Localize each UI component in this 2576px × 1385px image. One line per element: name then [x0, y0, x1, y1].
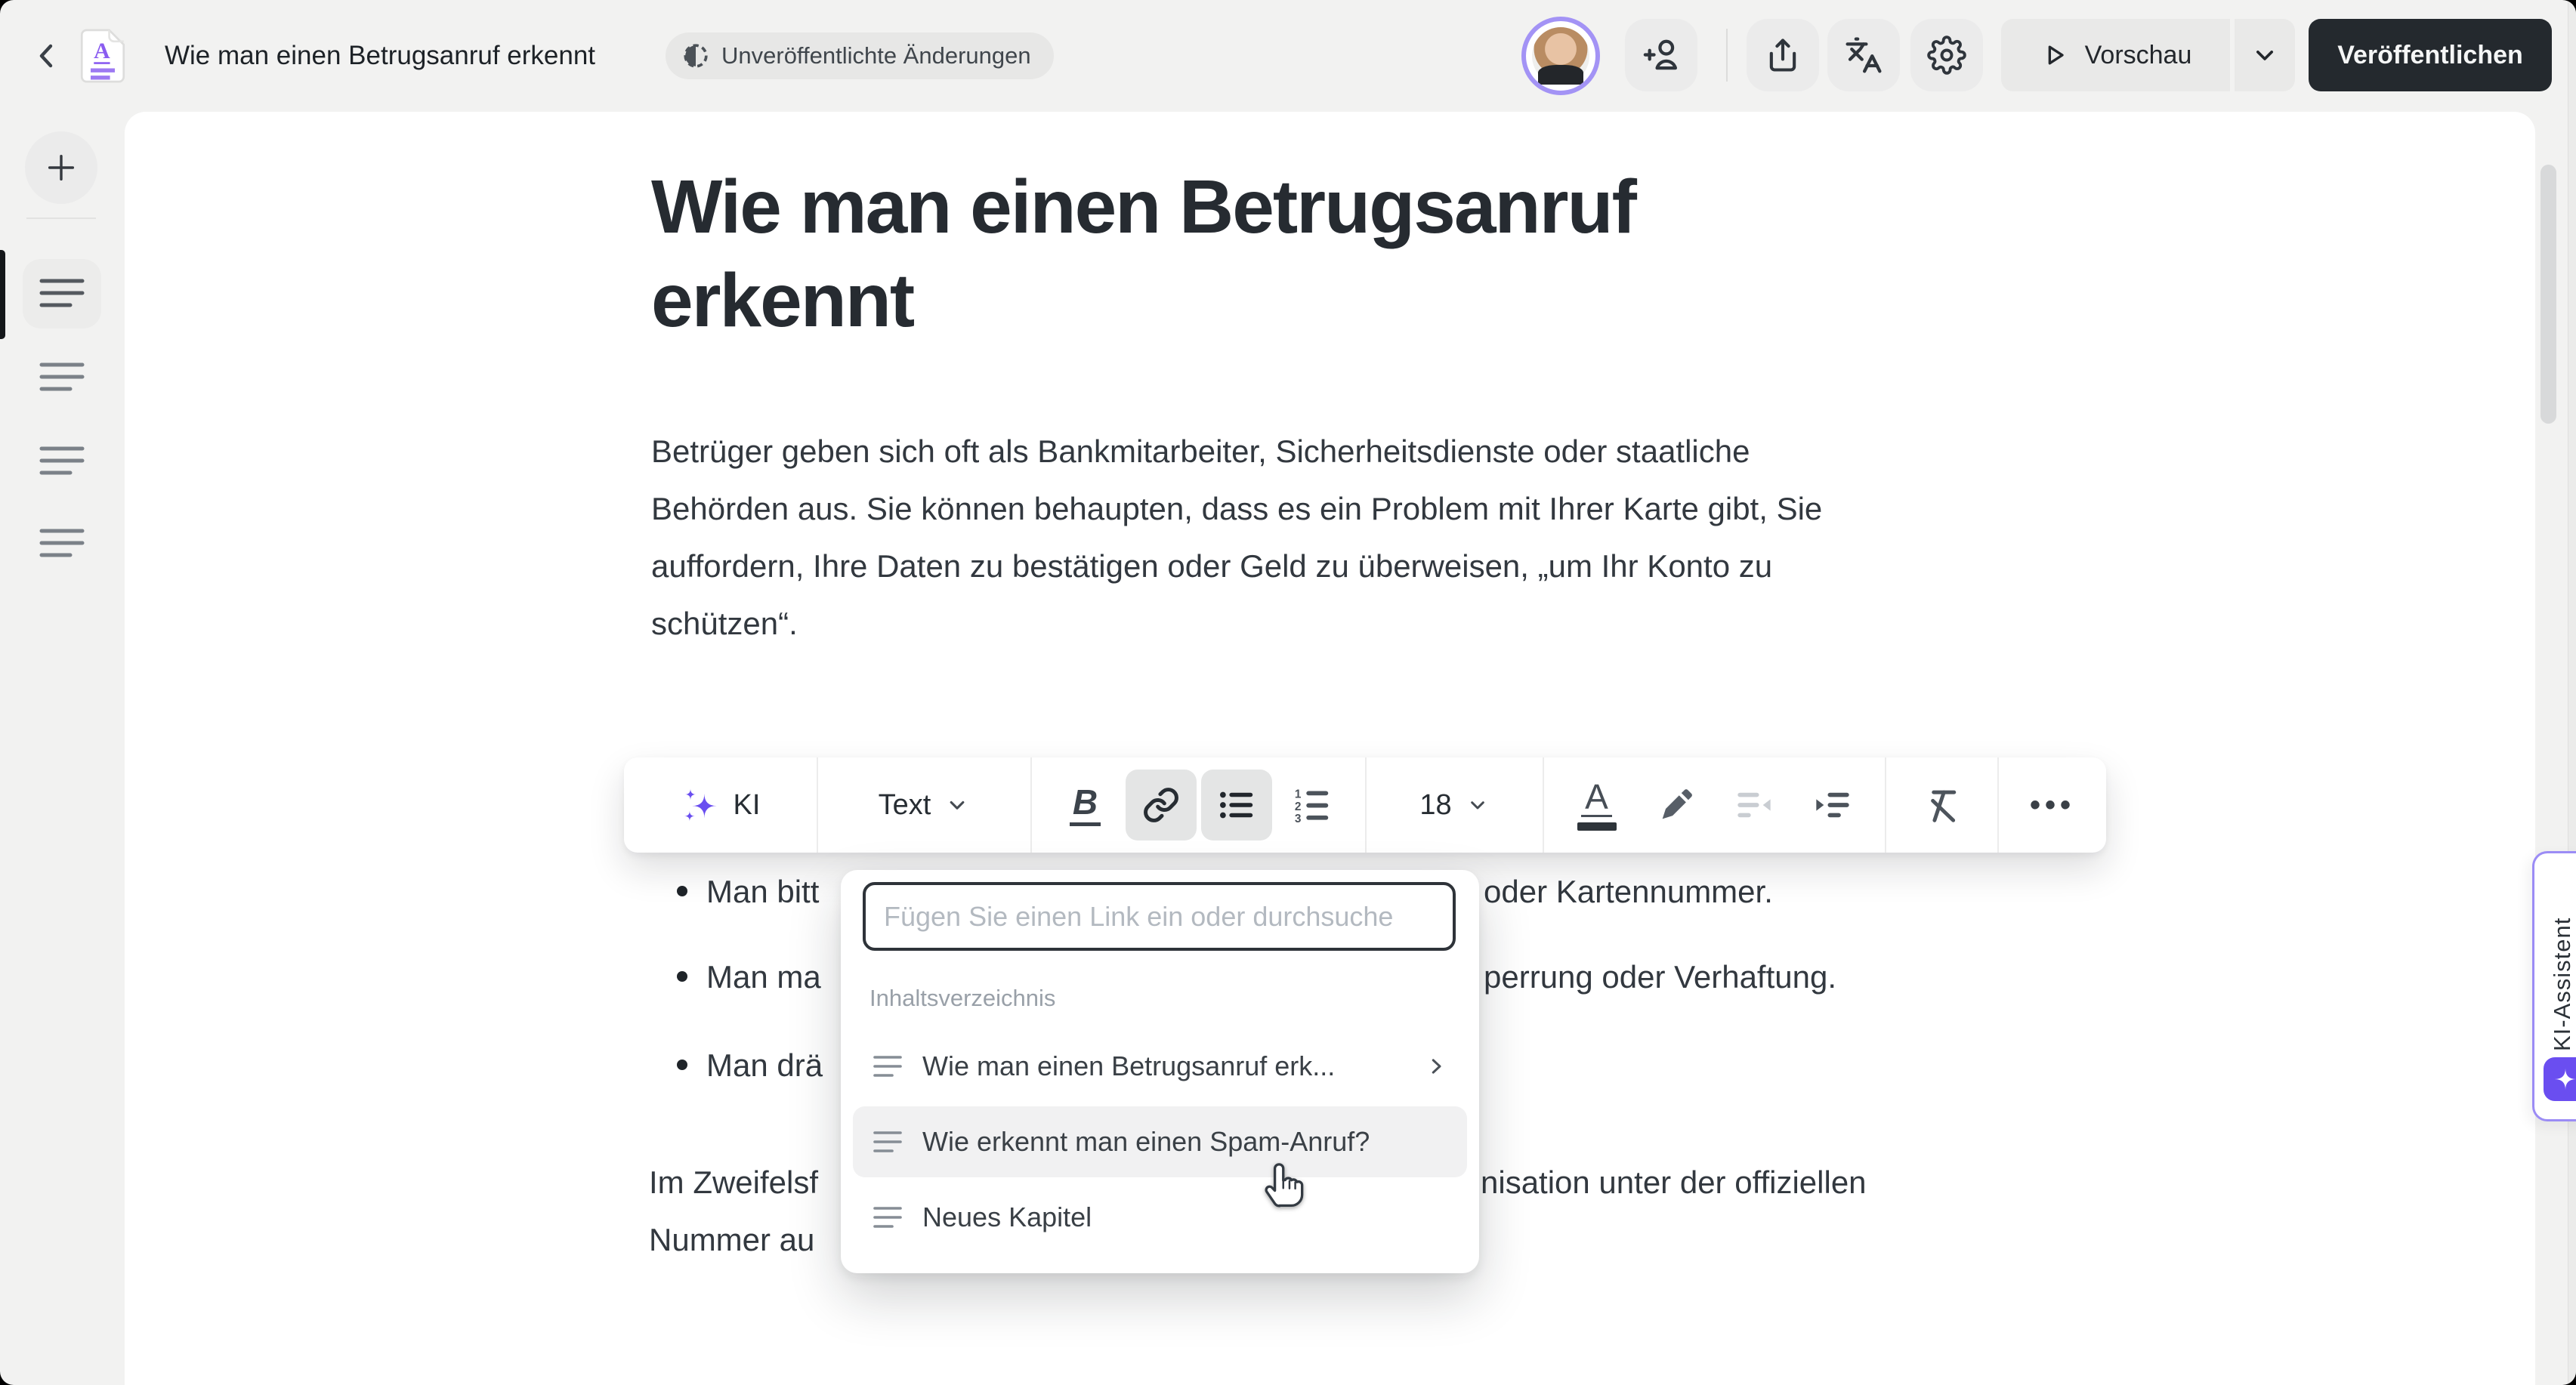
- plus-icon: [44, 150, 79, 185]
- chevron-down-icon: [944, 792, 970, 818]
- color-indent-group: A: [1544, 757, 1886, 853]
- ai-assistant-label: KI-Assistent: [2549, 873, 2576, 1051]
- settings-button[interactable]: [1910, 19, 1983, 91]
- toc-item-3[interactable]: Neues Kapitel: [853, 1182, 1467, 1253]
- scrollbar-thumb[interactable]: [2540, 165, 2556, 424]
- page-lines-icon: [39, 525, 85, 563]
- add-page-button[interactable]: [25, 131, 97, 204]
- popup-section-label: Inhaltsverzeichnis: [869, 985, 1055, 1012]
- sidebar-divider: [26, 217, 96, 219]
- share-button[interactable]: [1747, 19, 1819, 91]
- chapter-icon: [873, 1205, 903, 1230]
- ai-menu-button[interactable]: KI: [624, 757, 818, 853]
- share-icon: [1763, 35, 1802, 75]
- status-badge: Unveröffentlichte Änderungen: [666, 32, 1054, 79]
- publish-button[interactable]: Veröffentlichen: [2309, 19, 2552, 91]
- app-window: A Wie man einen Betrugsanruf erkennt Unv…: [0, 0, 2576, 1385]
- avatar-photo: [1532, 27, 1589, 85]
- doc-intro-paragraph: Betrüger geben sich oft als Bankmitarbei…: [651, 423, 1822, 652]
- outdent-button[interactable]: [1719, 770, 1790, 841]
- invite-collaborator-button[interactable]: [1625, 19, 1697, 91]
- link-input[interactable]: [863, 882, 1456, 951]
- play-icon: [2040, 40, 2070, 70]
- translate-icon: [1843, 35, 1884, 76]
- ai-menu-label: KI: [734, 789, 761, 822]
- format-group: B 123: [1032, 757, 1367, 853]
- bold-button[interactable]: B: [1050, 770, 1121, 841]
- bold-icon: B: [1070, 784, 1101, 825]
- text-color-button[interactable]: A: [1561, 770, 1632, 841]
- sidebar-page-4[interactable]: [23, 509, 101, 578]
- text-style-value: Text: [879, 789, 931, 822]
- bullet-marker: [677, 971, 687, 982]
- toc-item-1[interactable]: Wie man einen Betrugsanruf erk...: [853, 1031, 1467, 1102]
- chevron-down-icon: [2250, 40, 2280, 70]
- bullet-marker: [677, 1060, 687, 1070]
- toc-item-2[interactable]: Wie erkennt man einen Spam-Anruf?: [853, 1106, 1467, 1177]
- svg-text:A: A: [94, 39, 110, 63]
- sidebar-page-2[interactable]: [23, 343, 101, 412]
- ai-sparkle-icon: [2544, 1057, 2576, 1101]
- highlight-button[interactable]: [1640, 770, 1711, 841]
- more-icon: •••: [2030, 788, 2075, 822]
- doc-heading: Wie man einen Betrugsanruf erkennt: [651, 160, 1635, 347]
- sidebar-page-3[interactable]: [23, 427, 101, 496]
- font-size-dropdown[interactable]: 18: [1367, 757, 1544, 853]
- document-logo-icon: A: [79, 26, 127, 85]
- translate-button[interactable]: [1827, 19, 1900, 91]
- svg-text:2: 2: [1294, 800, 1301, 813]
- numbered-list-button[interactable]: 123: [1277, 770, 1348, 841]
- svg-text:3: 3: [1294, 813, 1301, 825]
- font-size-value: 18: [1419, 789, 1451, 822]
- avatar[interactable]: [1521, 17, 1600, 95]
- publish-button-label: Veröffentlichen: [2337, 41, 2523, 70]
- add-person-icon: [1641, 35, 1682, 76]
- mouse-cursor-pointer: [1260, 1158, 1310, 1211]
- svg-text:1: 1: [1294, 788, 1301, 800]
- bullet-marker: [677, 886, 687, 896]
- text-color-icon: A: [1577, 779, 1617, 831]
- numbered-list-icon: 123: [1292, 785, 1333, 825]
- sparkles-icon: [681, 785, 720, 825]
- more-options-button[interactable]: •••: [1999, 757, 2106, 853]
- bullet-list-icon: [1216, 785, 1257, 825]
- highlighter-icon: [1656, 785, 1695, 825]
- outdent-icon: [1734, 785, 1774, 825]
- text-style-dropdown[interactable]: Text: [818, 757, 1032, 853]
- unpublished-changes-icon: [682, 42, 709, 69]
- page-lines-icon: [39, 275, 85, 313]
- chevron-down-icon: [1466, 793, 1490, 817]
- indent-button[interactable]: [1797, 770, 1868, 841]
- chevron-right-icon: [1425, 1055, 1447, 1078]
- active-page-edge-indicator: [0, 250, 5, 339]
- link-icon: [1141, 785, 1181, 825]
- gear-icon: [1927, 35, 1966, 75]
- clear-formatting-icon: [1922, 785, 1963, 825]
- back-button[interactable]: [29, 38, 65, 74]
- chapter-icon: [873, 1053, 903, 1079]
- chapter-icon: [873, 1129, 903, 1155]
- indent-icon: [1813, 785, 1852, 825]
- page-title: Wie man einen Betrugsanruf erkennt: [165, 41, 595, 71]
- formatting-toolbar: KI Text B: [624, 757, 2106, 853]
- header-divider: [1726, 29, 1728, 82]
- page-lines-icon: [39, 359, 85, 396]
- link-popup: Inhaltsverzeichnis Wie man einen Betrugs…: [841, 870, 1479, 1273]
- preview-button[interactable]: Vorschau: [2001, 19, 2230, 91]
- clear-formatting-button[interactable]: [1886, 757, 1999, 853]
- page-lines-icon: [39, 443, 85, 480]
- ai-assistant-tab[interactable]: KI-Assistent: [2532, 851, 2576, 1121]
- window-edge: [2568, 0, 2576, 1385]
- bullet-list-button[interactable]: [1201, 770, 1272, 841]
- preview-options-button[interactable]: [2235, 19, 2295, 91]
- chevron-left-icon: [29, 38, 65, 74]
- sidebar-page-1[interactable]: [23, 259, 101, 329]
- preview-button-label: Vorschau: [2085, 41, 2192, 70]
- link-button[interactable]: [1126, 770, 1197, 841]
- status-badge-label: Unveröffentlichte Änderungen: [721, 42, 1031, 69]
